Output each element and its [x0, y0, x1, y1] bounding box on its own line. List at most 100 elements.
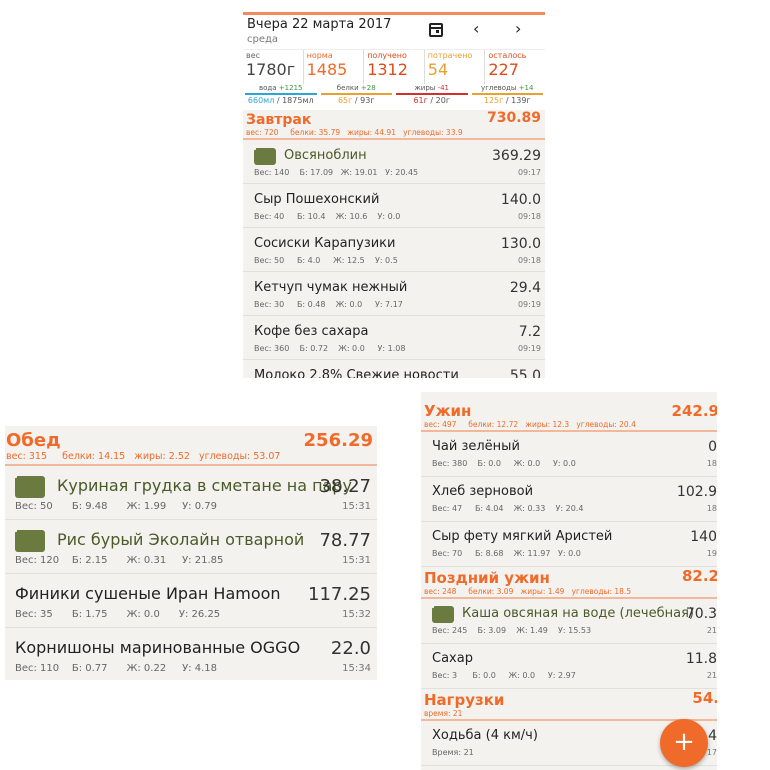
stat-value: 227: [488, 60, 519, 79]
macro-bar: [320, 93, 392, 95]
stat-value: 1780г: [246, 60, 296, 79]
macro-delta: -41: [437, 84, 449, 92]
macro-label: белки: [336, 84, 359, 92]
meal-title: Поздний ужин: [424, 569, 550, 587]
food-name: Куриная грудка в сметане на пару: [57, 476, 352, 495]
macro-carbs: углеводы +14 125г / 139г: [470, 84, 546, 110]
food-row[interactable]: Сосиски Карапузики 130.0 Вес: 50 Б: 4.0 Ж:…: [243, 228, 545, 272]
meal-summary: вес: 248 белки: 3.09 жиры: 1.49 углеводы…: [424, 587, 632, 596]
food-row[interactable]: Сыр Пошехонский 140.0 Вес: 40 Б: 10.4 Ж: 1…: [243, 184, 545, 228]
food-row[interactable]: Сахар 11.8 Вес: 3 Б: 0.0 Ж: 0.0 У: 2.97 21: [421, 644, 717, 689]
recipe-book-icon: [254, 148, 276, 165]
macro-label: углеводы: [481, 84, 517, 92]
food-row[interactable]: Хлеб зерновой 102.9 Вес: 47 Б: 4.04 Ж: 0.3…: [421, 477, 717, 522]
food-row[interactable]: Кетчуп чумак нежный 29.4 Вес: 30 Б: 0.48 Ж…: [243, 272, 545, 316]
day-summary-panel: Вчера 22 марта 2017 среда ‹ › вес 1780г …: [243, 12, 545, 378]
food-row[interactable]: Чай зелёный 0 Вес: 380 Б: 0.0 Ж: 0.0 У: 0.…: [421, 432, 717, 477]
macro-delta: +28: [360, 84, 376, 92]
meal-summary: вес: 315 белки: 14.15 жиры: 2.52 углевод…: [6, 451, 281, 462]
food-calories: 102.9: [676, 484, 717, 500]
food-row[interactable]: Кофе без сахара 7.2 Вес: 360 Б: 0.72 Ж: 0.…: [243, 316, 545, 360]
macros-row: вода +1215 660мл / 1875мл белки +28 65г …: [243, 84, 545, 110]
breakfast-header[interactable]: Завтрак 730.89 вес: 720 белки: 35.79 жир…: [243, 110, 545, 140]
food-time: 18: [706, 504, 717, 513]
food-nutrients: Вес: 70 Б: 8.68 Ж: 11.97 У: 0.0: [432, 549, 581, 558]
recipe-book-icon: [432, 606, 454, 623]
food-name: Хлеб зерновой: [432, 484, 534, 499]
food-nutrients: Вес: 50 Б: 4.0 Ж: 12.5 У: 0.5: [254, 256, 398, 265]
lunch-header[interactable]: Обед 256.29 вес: 315 белки: 14.15 жиры: …: [5, 426, 377, 466]
activity-header[interactable]: Нагрузки 54. время: 21: [421, 689, 717, 721]
stat-weight: вес 1780г: [243, 50, 304, 84]
lunch-panel: Обед 256.29 вес: 315 белки: 14.15 жиры: …: [5, 426, 377, 680]
food-row[interactable]: Молоко 2,8% Свежие новости 55.0: [243, 360, 545, 378]
macro-label: вода: [259, 84, 277, 92]
stat-label: норма: [306, 51, 333, 60]
food-name: Сахар: [432, 651, 473, 666]
macro-amount: 65г: [337, 96, 353, 105]
food-time: 09:19: [517, 300, 541, 309]
food-time: 15:34: [342, 663, 371, 674]
recipe-book-icon: [15, 530, 45, 552]
food-row[interactable]: Сыр фету мягкий Аристей 140 Вес: 70 Б: 8.6…: [421, 522, 717, 567]
meal-summary: время: 21: [424, 709, 463, 718]
food-row[interactable]: Корнишоны маринованные OGGO 22.0 Вес: 110 …: [5, 628, 377, 680]
food-time: 09:17: [517, 168, 541, 177]
add-button[interactable]: +: [660, 719, 708, 767]
macro-bar: [396, 93, 468, 95]
food-row[interactable]: Каша овсяная на воде (лечебная) 70.3 Вес: …: [421, 599, 717, 644]
stat-value: 1312: [367, 60, 408, 79]
meal-total: 256.29: [303, 430, 373, 451]
next-day-icon[interactable]: ›: [515, 19, 521, 38]
weekday-label: среда: [247, 34, 279, 45]
food-nutrients: Вес: 245 Б: 3.09 Ж: 1.49 У: 15.53: [432, 626, 592, 635]
food-name: Ходьба (4 км/ч): [432, 728, 538, 743]
macro-bar: [245, 93, 317, 95]
food-row[interactable]: Куриная грудка в сметане на пару 38.27 Вес…: [5, 466, 377, 520]
stat-label: вес: [246, 51, 261, 60]
late-dinner-list: Каша овсяная на воде (лечебная) 70.3 Вес: …: [421, 599, 717, 689]
food-name: Кофе без сахара: [254, 324, 369, 339]
food-row[interactable]: Рис бурый Эколайн отварной 78.77 Вес: 120 …: [5, 520, 377, 574]
food-row[interactable]: Финики сушеные Иран Hamoon 117.25 Вес: 35 …: [5, 574, 377, 628]
food-name: Сыр фету мягкий Аристей: [432, 529, 613, 544]
food-nutrients: Вес: 50 Б: 9.48 Ж: 1.99 У: 0.79: [15, 501, 217, 512]
macro-bar: [471, 93, 543, 95]
macro-label: жиры: [414, 84, 436, 92]
food-calories: 70.3: [685, 606, 717, 622]
dinner-panel: Ужин 242.9 вес: 497 белки: 12.72 жиры: 1…: [421, 392, 717, 770]
food-row[interactable]: Овсяноблин 369.29 Вес: 140 Б: 17.09 Ж: 19.…: [243, 140, 545, 184]
food-calories: 4: [708, 728, 717, 744]
food-calories: 140.0: [500, 192, 541, 208]
calendar-icon[interactable]: [429, 23, 443, 37]
macro-target: / 20г: [427, 96, 451, 105]
stat-norm: норма 1485: [304, 50, 365, 84]
food-time: 17: [706, 748, 717, 757]
meal-summary: вес: 497 белки: 12.72 жиры: 12.3 углевод…: [424, 420, 636, 429]
food-nutrients: Время: 21: [432, 748, 474, 757]
food-calories: 130.0: [500, 236, 541, 252]
meal-total: 242.9: [671, 402, 717, 420]
stat-received: получено 1312: [364, 50, 425, 84]
food-name: Корнишоны маринованные OGGO: [15, 638, 301, 657]
date-header: Вчера 22 марта 2017 среда ‹ ›: [243, 15, 545, 49]
dinner-header[interactable]: Ужин 242.9 вес: 497 белки: 12.72 жиры: 1…: [421, 392, 717, 432]
food-name: Сыр Пошехонский: [254, 192, 380, 207]
date-title[interactable]: Вчера 22 марта 2017: [247, 17, 391, 32]
meal-summary: вес: 720 белки: 35.79 жиры: 44.91 углево…: [246, 128, 463, 137]
macro-amount: 660мл: [247, 96, 275, 105]
stat-label: потрачено: [427, 51, 473, 60]
late-dinner-header[interactable]: Поздний ужин 82.2 вес: 248 белки: 3.09 ж…: [421, 567, 717, 599]
stat-remaining: осталось 227: [485, 50, 545, 84]
food-nutrients: Вес: 360 Б: 0.72 Ж: 0.0 У: 1.08: [254, 344, 406, 353]
macro-delta: +14: [518, 84, 534, 92]
macro-delta: +1215: [278, 84, 303, 92]
food-time: 15:31: [342, 501, 371, 512]
prev-day-icon[interactable]: ‹: [473, 19, 479, 38]
food-nutrients: Вес: 30 Б: 0.48 Ж: 0.0 У: 7.17: [254, 300, 403, 309]
food-calories: 369.29: [492, 148, 541, 164]
food-name: Молоко 2,8% Свежие новости: [254, 368, 459, 378]
food-time: 19: [706, 549, 717, 558]
food-time: 18: [706, 459, 717, 468]
food-name: Чай зелёный: [432, 439, 520, 454]
